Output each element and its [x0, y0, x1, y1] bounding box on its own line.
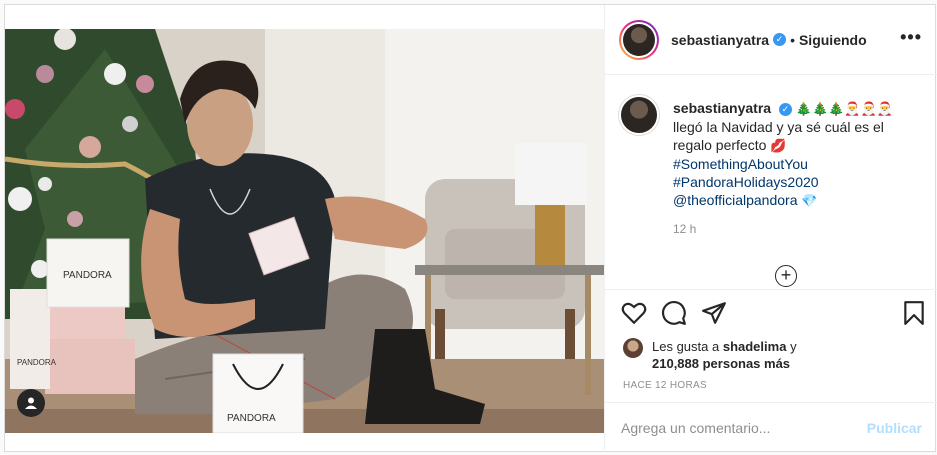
caption-username[interactable]: sebastianyatra — [673, 100, 771, 116]
more-options-icon[interactable]: ••• — [900, 27, 922, 48]
bookmark-icon[interactable] — [901, 300, 927, 326]
hashtag-pandoraholidays2020[interactable]: #PandoraHolidays2020 — [673, 173, 923, 191]
post-sidebar: sebastianyatra ✓ • Siguiendo ••• sebasti… — [604, 5, 937, 453]
tagged-users-button[interactable] — [17, 389, 45, 417]
user-icon — [25, 397, 37, 409]
publish-button[interactable]: Publicar — [867, 420, 922, 436]
verified-badge-icon: ✓ — [773, 33, 787, 46]
separator-dot: • — [790, 31, 795, 48]
bag-text-front: PANDORA — [227, 413, 276, 424]
liker-avatar[interactable] — [623, 338, 643, 358]
photo-illustration: PANDORA PANDORA PANDORA — [5, 29, 604, 433]
caption-verified-icon: ✓ — [778, 102, 792, 116]
hashtag-somethingaboutyou[interactable]: #SomethingAboutYou — [673, 155, 923, 173]
likes-count[interactable]: 210,888 personas más — [652, 356, 790, 371]
bag-text-side: PANDORA — [17, 358, 57, 367]
heart-icon[interactable] — [621, 300, 647, 326]
caption-avatar[interactable] — [619, 95, 659, 135]
likes-connector: y — [790, 339, 797, 354]
tree-santa-emojis: 🎄🎄🎄🎅🎅🎅 — [795, 101, 893, 116]
gem-emoji: 💎 — [801, 193, 818, 208]
bag-text-left: PANDORA — [63, 270, 112, 281]
caption-text: sebastianyatra ✓ 🎄🎄🎄🎅🎅🎅 llegó la Navidad… — [673, 99, 923, 210]
author-username[interactable]: sebastianyatra — [671, 32, 769, 48]
following-button[interactable]: Siguiendo — [799, 32, 867, 48]
posted-time[interactable]: HACE 12 HORAS — [623, 380, 707, 391]
comment-box: Publicar — [605, 402, 937, 453]
share-icon[interactable] — [701, 300, 727, 326]
comment-icon[interactable] — [661, 300, 687, 326]
post-header: sebastianyatra ✓ • Siguiendo ••• — [605, 5, 937, 75]
likes-prefix: Les gusta a — [652, 339, 720, 354]
liker-username[interactable]: shadelima — [723, 339, 787, 354]
author-avatar[interactable] — [619, 19, 659, 60]
lips-emoji: 💋 — [770, 138, 787, 153]
comment-input[interactable] — [621, 420, 867, 436]
post-photo[interactable]: PANDORA PANDORA PANDORA — [5, 29, 604, 433]
action-bar — [605, 289, 937, 337]
post-frame: PANDORA PANDORA PANDORA sebastianyatra ✓… — [4, 4, 937, 453]
mention-theofficialpandora[interactable]: @theofficialpandora — [673, 192, 797, 208]
caption-time[interactable]: 12 h — [673, 222, 696, 236]
avatar-image — [623, 23, 655, 56]
load-more-comments-icon[interactable]: + — [775, 265, 797, 287]
